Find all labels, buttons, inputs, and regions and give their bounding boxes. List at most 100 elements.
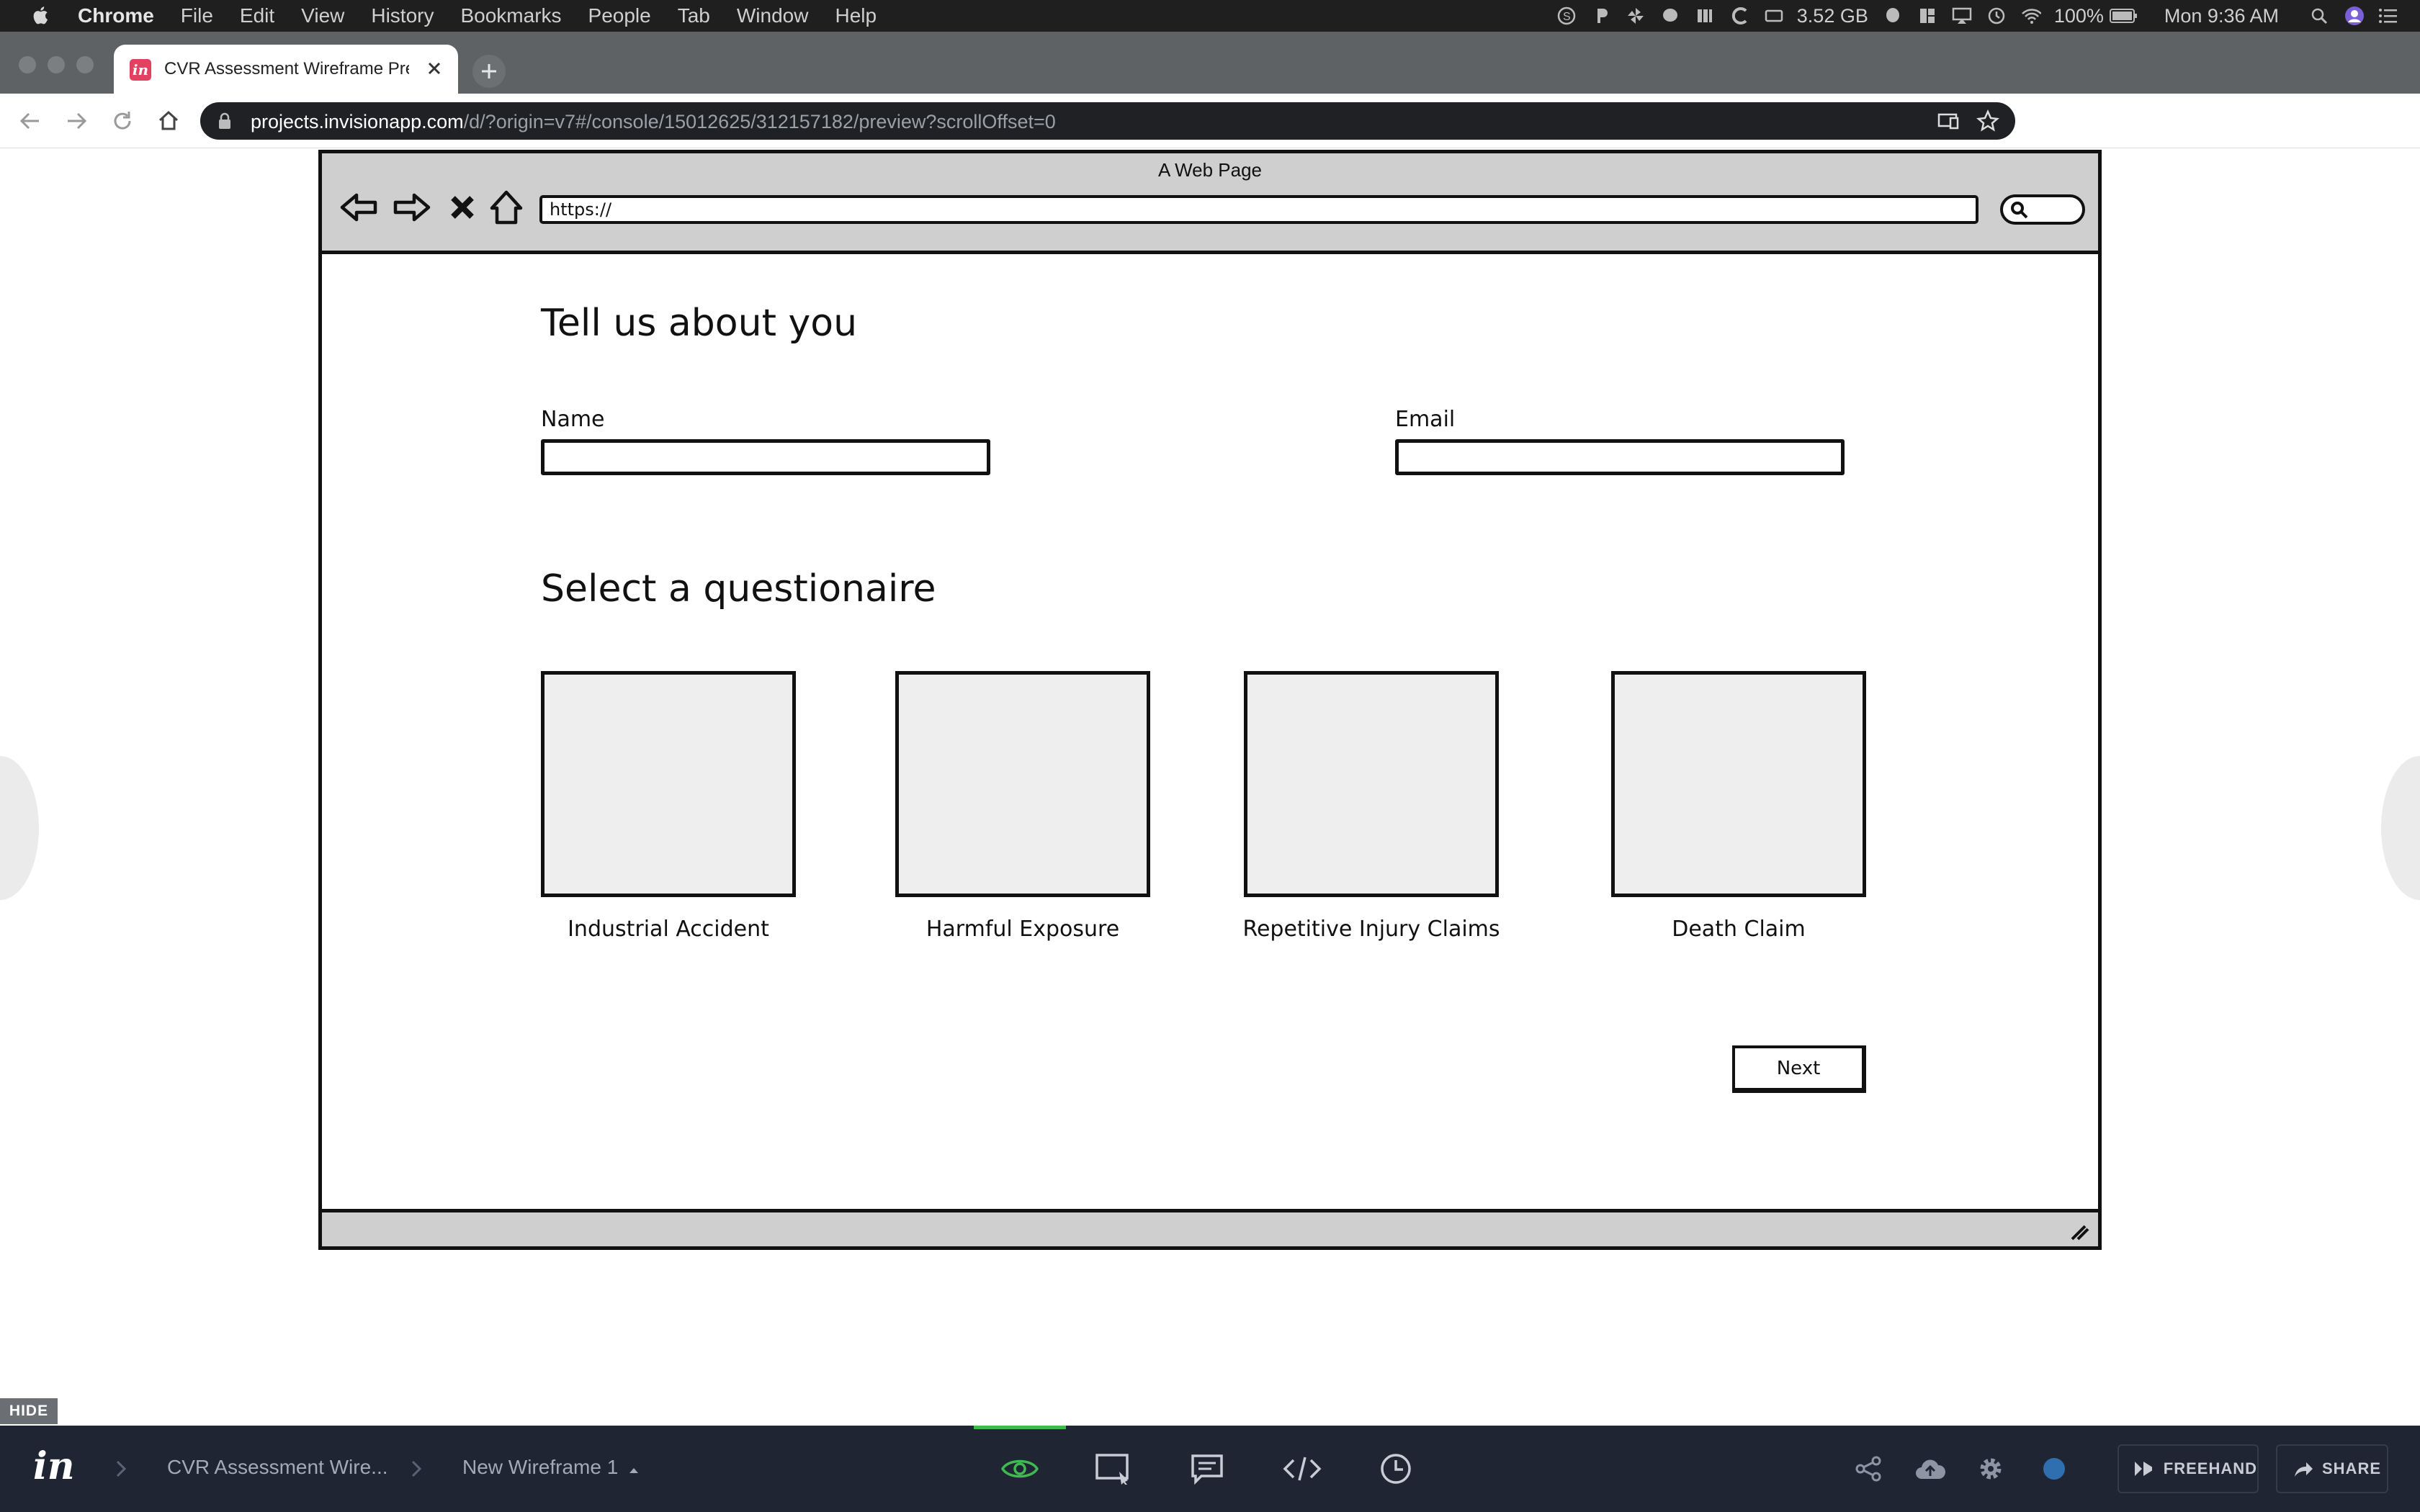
back-arrow-icon[interactable] (17, 108, 43, 134)
caret-up-icon[interactable] (628, 1466, 640, 1475)
breadcrumb-project[interactable]: CVR Assessment Wire... (167, 1456, 388, 1479)
breadcrumb-screen[interactable]: New Wireframe 1 (462, 1456, 618, 1479)
battery-icon[interactable] (2109, 6, 2138, 26)
apple-icon[interactable] (30, 4, 49, 26)
wireframe-search-icon (2011, 202, 2028, 219)
wireframe-page-title: A Web Page (1157, 159, 1263, 181)
bookmark-star-icon[interactable] (1976, 109, 1999, 132)
breadcrumb-chevron-icon (116, 1460, 127, 1477)
share-button[interactable]: SHARE (2276, 1444, 2388, 1493)
browser-tab-active[interactable]: in CVR Assessment Wireframe Pre (114, 45, 458, 94)
menu-edit[interactable]: Edit (240, 4, 274, 27)
name-label: Name (541, 407, 605, 432)
menu-bookmarks[interactable]: Bookmarks (460, 4, 561, 27)
menubar-clock[interactable]: Mon 9:36 AM (2164, 5, 2279, 27)
disk-icon[interactable] (1764, 6, 1784, 26)
questionnaire-card-repetitive-injury[interactable] (1244, 671, 1499, 897)
pushbullet-icon[interactable] (1591, 6, 1611, 26)
name-input[interactable] (541, 439, 990, 475)
invision-favicon-icon: in (130, 59, 151, 81)
build-mode-icon[interactable] (1092, 1447, 1135, 1490)
menu-file[interactable]: File (181, 4, 213, 27)
active-mode-indicator (974, 1426, 1066, 1429)
settings-gear-icon[interactable] (1973, 1452, 2008, 1486)
wireframe-back-icon[interactable] (339, 184, 380, 231)
card-label-industrial-accident: Industrial Accident (568, 917, 769, 942)
menu-help[interactable]: Help (835, 4, 877, 27)
share-link-icon[interactable] (1851, 1452, 1886, 1486)
skype-icon[interactable]: S (1556, 6, 1577, 26)
browser-toolbar: projects.invisionapp.com/d/?origin=v7#/c… (0, 94, 2420, 148)
email-input[interactable] (1395, 439, 1845, 475)
reload-icon[interactable] (109, 108, 135, 134)
wireframe-browser-footer (322, 1209, 2098, 1246)
freehand-button[interactable]: FREEHAND (2118, 1444, 2259, 1493)
window-layout-icon[interactable] (1917, 6, 1937, 26)
url-host: projects.invisionapp.com (251, 111, 464, 132)
user-avatar-icon[interactable] (2344, 6, 2364, 26)
address-url[interactable]: projects.invisionapp.com/d/?origin=v7#/c… (251, 111, 1056, 133)
time-machine-icon[interactable] (1986, 6, 2007, 26)
spotlight-search-icon[interactable] (2309, 6, 2329, 26)
questionnaire-card-death-claim[interactable] (1611, 671, 1866, 897)
breadcrumb-chevron-icon (411, 1460, 422, 1477)
messages-icon[interactable] (1883, 6, 1903, 26)
card-label-death-claim: Death Claim (1672, 917, 1806, 942)
memory-readout[interactable]: 3.52 GB (1797, 5, 1868, 27)
history-clock-icon[interactable] (1374, 1447, 1417, 1490)
window-close-button[interactable] (19, 56, 36, 73)
window-zoom-button[interactable] (76, 56, 94, 73)
memory-icon[interactable] (1695, 6, 1715, 26)
menu-app-name[interactable]: Chrome (78, 4, 154, 27)
user-status-dot-icon[interactable] (2037, 1452, 2071, 1486)
menu-history[interactable]: History (371, 4, 434, 27)
forward-arrow-icon[interactable] (63, 108, 89, 134)
wifi-icon[interactable] (2021, 6, 2041, 26)
creative-cloud-icon[interactable] (1729, 6, 1749, 26)
airplay-icon[interactable] (1952, 6, 1972, 26)
wireframe-stop-icon[interactable] (449, 184, 478, 231)
wireframe-browser-window: A Web Page https:// Tell us about you Na… (318, 150, 2102, 1250)
wireframe-home-icon[interactable] (488, 184, 525, 231)
chat-bubble-icon[interactable] (1660, 6, 1680, 26)
menu-view[interactable]: View (301, 4, 344, 27)
wireframe-search-field[interactable] (2000, 194, 2085, 225)
invision-logo[interactable]: in (33, 1444, 75, 1488)
questionnaire-heading: Select a questionaire (541, 567, 936, 611)
pinwheel-icon[interactable] (1626, 6, 1646, 26)
menu-window[interactable]: Window (737, 4, 809, 27)
macos-menu-bar: Chrome File Edit View History Bookmarks … (0, 0, 2420, 32)
questionnaire-card-industrial-accident[interactable] (541, 671, 796, 897)
menu-tab[interactable]: Tab (678, 4, 710, 27)
new-tab-button[interactable] (472, 55, 506, 88)
preview-mode-eye-icon[interactable] (998, 1447, 1041, 1490)
resize-grip-icon[interactable] (2068, 1223, 2089, 1241)
questionnaire-card-harmful-exposure[interactable] (895, 671, 1150, 897)
install-app-icon[interactable] (1937, 111, 1959, 131)
next-screen-arrow[interactable] (2381, 756, 2420, 900)
freehand-icon (2135, 1462, 2152, 1476)
previous-screen-arrow[interactable] (0, 756, 39, 900)
plus-icon (482, 64, 496, 78)
comment-mode-icon[interactable] (1186, 1447, 1229, 1490)
next-button[interactable]: Next (1732, 1045, 1866, 1093)
battery-percent[interactable]: 100% (2054, 5, 2104, 27)
notification-center-icon[interactable] (2378, 6, 2398, 26)
svg-text:S: S (1563, 11, 1571, 23)
wireframe-address-field[interactable]: https:// (539, 195, 1978, 224)
hide-toolbar-button[interactable]: HIDE (0, 1398, 58, 1424)
menu-people[interactable]: People (588, 4, 651, 27)
window-minimize-button[interactable] (48, 56, 65, 73)
address-bar[interactable]: projects.invisionapp.com/d/?origin=v7#/c… (200, 102, 2015, 140)
about-heading: Tell us about you (541, 302, 858, 345)
email-label: Email (1395, 407, 1456, 432)
freehand-label: FREEHAND (2163, 1459, 2257, 1477)
wireframe-forward-icon[interactable] (391, 184, 431, 231)
lock-icon[interactable] (218, 112, 232, 130)
cloud-sync-icon[interactable] (1913, 1452, 1948, 1486)
tab-title: CVR Assessment Wireframe Pre (164, 59, 409, 78)
share-arrow-icon (2295, 1462, 2313, 1477)
inspect-code-icon[interactable] (1281, 1447, 1324, 1490)
home-icon[interactable] (156, 108, 182, 134)
tab-close-icon[interactable] (424, 58, 445, 79)
